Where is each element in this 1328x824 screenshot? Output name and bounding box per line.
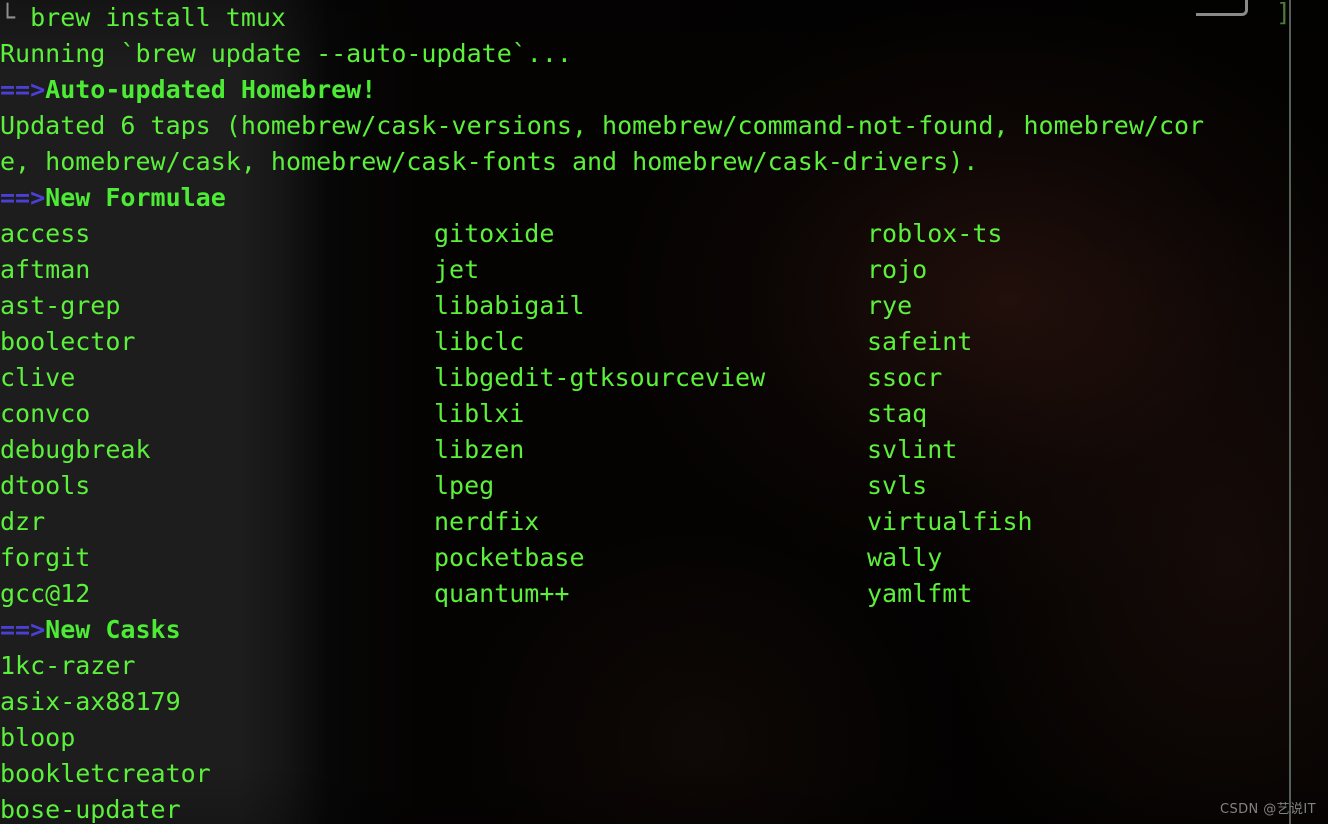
formula-name: quantum++ — [434, 579, 570, 608]
formula-row: dtools lpeg svls — [0, 468, 1328, 504]
formula-name: ssocr — [867, 363, 943, 392]
formula-name: aftman — [0, 255, 91, 284]
formula-name: forgit — [0, 543, 91, 572]
cask-name: bloop — [0, 723, 76, 752]
formula-name: svls — [867, 471, 928, 500]
formula-row: access gitoxide roblox-ts — [0, 216, 1328, 252]
cask-name: bose-updater — [0, 795, 181, 824]
running-message-text: Running `brew update --auto-update`... — [0, 39, 572, 68]
formula-name: nerdfix — [434, 507, 540, 536]
arrow-marker-icon: ==> — [0, 183, 46, 212]
formula-name: gitoxide — [434, 219, 555, 248]
formula-name: pocketbase — [434, 543, 585, 572]
new-formulae-heading-row: ==>New Formulae — [0, 180, 1328, 216]
formula-name: jet — [434, 255, 480, 284]
formula-name: convco — [0, 399, 91, 428]
formula-name: virtualfish — [867, 507, 1033, 536]
new-formulae-heading-text: New Formulae — [45, 183, 226, 212]
formula-name: boolector — [0, 327, 136, 356]
auto-updated-heading-row: ==>Auto-updated Homebrew! — [0, 72, 1328, 108]
formula-row: ast-grep libabigail rye — [0, 288, 1328, 324]
command-text: brew install tmux — [15, 3, 286, 32]
formula-name: liblxi — [434, 399, 525, 428]
terminal-window[interactable]: ] └ brew install tmux Running `brew upda… — [0, 0, 1328, 824]
formula-row: clive libgedit-gtksourceview ssocr — [0, 360, 1328, 396]
formula-name: rye — [867, 291, 913, 320]
formula-name: access — [0, 219, 91, 248]
pane-divider — [1289, 0, 1291, 824]
formula-name: roblox-ts — [867, 219, 1003, 248]
new-casks-heading-row: ==>New Casks — [0, 612, 1328, 648]
prompt-glyph-icon: └ — [0, 3, 16, 32]
taps-line-2-text: e, homebrew/cask, homebrew/cask-fonts an… — [0, 147, 979, 176]
formula-row: gcc@12 quantum++ yamlfmt — [0, 576, 1328, 612]
formula-name: safeint — [867, 327, 973, 356]
taps-line-2: e, homebrew/cask, homebrew/cask-fonts an… — [0, 144, 1328, 180]
arrow-marker-icon: ==> — [0, 615, 46, 644]
formula-name: ast-grep — [0, 291, 121, 320]
formula-name: libclc — [434, 327, 525, 356]
formula-name: dtools — [0, 471, 91, 500]
cask-row: asix-ax88179 — [0, 684, 1328, 720]
formula-name: staq — [867, 399, 928, 428]
terminal-output[interactable]: └ brew install tmux Running `brew update… — [0, 0, 1328, 824]
csdn-watermark: CSDN @艺说IT — [1220, 802, 1316, 817]
formula-name: rojo — [867, 255, 928, 284]
formula-name: clive — [0, 363, 76, 392]
command-line-row[interactable]: └ brew install tmux — [0, 0, 1328, 36]
formula-name: lpeg — [434, 471, 495, 500]
formula-name: yamlfmt — [867, 579, 973, 608]
formula-name: svlint — [867, 435, 958, 464]
running-message-row: Running `brew update --auto-update`... — [0, 36, 1328, 72]
formula-row: debugbreak libzen svlint — [0, 432, 1328, 468]
cask-name: 1kc-razer — [0, 651, 136, 680]
formula-name: libabigail — [434, 291, 585, 320]
cask-row: bookletcreator — [0, 756, 1328, 792]
formula-name: libgedit-gtksourceview — [434, 363, 766, 392]
formula-row: forgit pocketbase wally — [0, 540, 1328, 576]
cask-name: asix-ax88179 — [0, 687, 181, 716]
auto-updated-heading-text: Auto-updated Homebrew! — [45, 75, 377, 104]
formula-name: libzen — [434, 435, 525, 464]
formula-name: wally — [867, 543, 943, 572]
arrow-marker-icon: ==> — [0, 75, 46, 104]
formula-name: gcc@12 — [0, 579, 91, 608]
formula-row: boolector libclc safeint — [0, 324, 1328, 360]
formula-row: convco liblxi staq — [0, 396, 1328, 432]
terminal-chrome-corner — [1196, 0, 1248, 16]
new-casks-heading-text: New Casks — [45, 615, 181, 644]
formula-name: debugbreak — [0, 435, 151, 464]
taps-line-1: Updated 6 taps (homebrew/cask-versions, … — [0, 108, 1328, 144]
cask-row: bloop — [0, 720, 1328, 756]
cask-row: bose-updater — [0, 792, 1328, 824]
cask-row: 1kc-razer — [0, 648, 1328, 684]
formula-row: aftman jet rojo — [0, 252, 1328, 288]
formula-row: dzr nerdfix virtualfish — [0, 504, 1328, 540]
taps-line-1-text: Updated 6 taps (homebrew/cask-versions, … — [0, 111, 1205, 140]
cask-name: bookletcreator — [0, 759, 211, 788]
formula-name: dzr — [0, 507, 46, 536]
